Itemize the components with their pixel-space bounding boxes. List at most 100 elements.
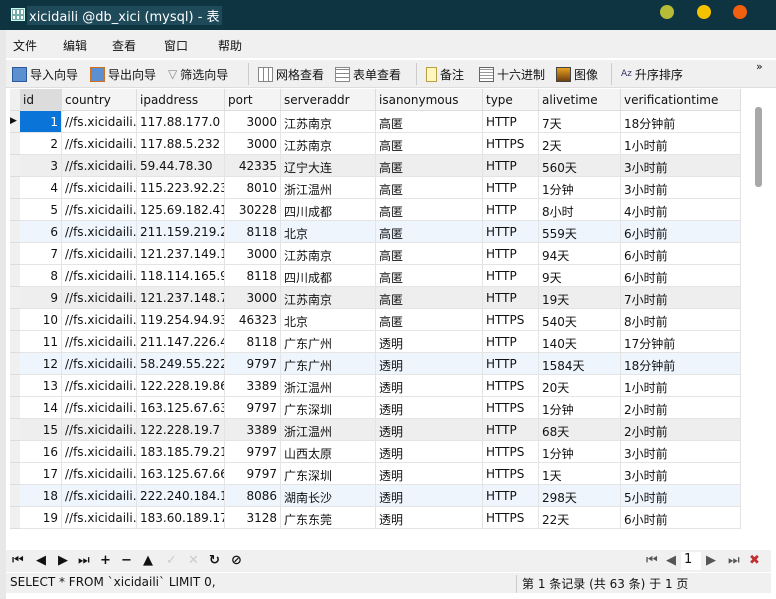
cell-port[interactable]: 8118 bbox=[225, 265, 281, 287]
cell-verificationtime[interactable]: 6小时前 bbox=[621, 243, 741, 265]
cell-type[interactable]: HTTPS bbox=[483, 133, 539, 155]
menu-edit[interactable]: 编辑 bbox=[63, 37, 87, 54]
cell-port[interactable]: 42335 bbox=[225, 155, 281, 177]
cell-id[interactable]: 13 bbox=[20, 375, 62, 397]
cell-isanonymous[interactable]: 高匿 bbox=[376, 199, 483, 221]
cell-verificationtime[interactable]: 3小时前 bbox=[621, 441, 741, 463]
row-selector[interactable] bbox=[10, 485, 20, 507]
next-page-icon[interactable]: ▶ bbox=[706, 553, 716, 568]
cell-verificationtime[interactable]: 1小时前 bbox=[621, 375, 741, 397]
row-selector[interactable] bbox=[10, 221, 20, 243]
cell-type[interactable]: HTTP bbox=[483, 353, 539, 375]
row-selector[interactable] bbox=[10, 353, 20, 375]
cell-country[interactable]: //fs.xicidaili. bbox=[62, 463, 137, 485]
refresh-icon[interactable]: ↻ bbox=[209, 553, 220, 568]
cell-id[interactable]: 7 bbox=[20, 243, 62, 265]
table-row[interactable]: 8//fs.xicidaili.118.114.165.988118四川成都高匿… bbox=[10, 265, 741, 287]
menu-file[interactable]: 文件 bbox=[13, 37, 37, 54]
settings-tools-icon[interactable]: ✖ bbox=[749, 553, 760, 568]
vertical-scrollbar[interactable] bbox=[741, 89, 770, 529]
first-record-icon[interactable]: ⏮ bbox=[12, 553, 24, 568]
cell-isanonymous[interactable]: 高匿 bbox=[376, 243, 483, 265]
cell-id[interactable]: 6 bbox=[20, 221, 62, 243]
toolbar-overflow-button[interactable]: » bbox=[756, 60, 763, 73]
form-view-button[interactable]: 表单查看 bbox=[335, 65, 401, 83]
cell-ipaddress[interactable]: 211.159.219.22 bbox=[137, 221, 225, 243]
cell-serveraddr[interactable]: 山西太原 bbox=[281, 441, 376, 463]
cell-id[interactable]: 2 bbox=[20, 133, 62, 155]
cell-country[interactable]: //fs.xicidaili. bbox=[62, 309, 137, 331]
cell-verificationtime[interactable]: 6小时前 bbox=[621, 507, 741, 529]
stop-icon[interactable]: ⊘ bbox=[231, 553, 242, 568]
cell-verificationtime[interactable]: 2小时前 bbox=[621, 419, 741, 441]
cell-serveraddr[interactable]: 浙江温州 bbox=[281, 177, 376, 199]
cell-country[interactable]: //fs.xicidaili. bbox=[62, 287, 137, 309]
cell-alivetime[interactable]: 1584天 bbox=[539, 353, 621, 375]
cell-port[interactable]: 9797 bbox=[225, 397, 281, 419]
cell-verificationtime[interactable]: 18分钟前 bbox=[621, 111, 741, 133]
cell-alivetime[interactable]: 1天 bbox=[539, 463, 621, 485]
last-record-icon[interactable]: ⏭ bbox=[78, 553, 90, 568]
cell-type[interactable]: HTTP bbox=[483, 221, 539, 243]
column-header-verificationtime[interactable]: verificationtime bbox=[621, 89, 741, 111]
cell-port[interactable]: 9797 bbox=[225, 353, 281, 375]
hex-button[interactable]: 十六进制 bbox=[479, 65, 545, 83]
cell-port[interactable]: 9797 bbox=[225, 441, 281, 463]
cell-verificationtime[interactable]: 3小时前 bbox=[621, 155, 741, 177]
cell-type[interactable]: HTTP bbox=[483, 265, 539, 287]
cell-alivetime[interactable]: 540天 bbox=[539, 309, 621, 331]
cell-type[interactable]: HTTP bbox=[483, 111, 539, 133]
cell-id[interactable]: 17 bbox=[20, 463, 62, 485]
cell-type[interactable]: HTTP bbox=[483, 177, 539, 199]
table-row[interactable]: 10//fs.xicidaili. 119.254.94.93 46323 北京 高匿 H… bbox=[10, 309, 741, 331]
cell-serveraddr[interactable]: 北京 bbox=[281, 221, 376, 243]
row-selector[interactable] bbox=[10, 199, 20, 221]
cell-isanonymous[interactable]: 透明 bbox=[376, 485, 483, 507]
cell-id[interactable]: 10 bbox=[20, 309, 62, 331]
cell-verificationtime[interactable]: 17分钟前 bbox=[621, 331, 741, 353]
cell-verificationtime[interactable]: 5小时前 bbox=[621, 485, 741, 507]
cell-verificationtime[interactable]: 2小时前 bbox=[621, 397, 741, 419]
cell-serveraddr[interactable]: 湖南长沙 bbox=[281, 485, 376, 507]
row-selector[interactable] bbox=[10, 265, 20, 287]
cell-alivetime[interactable]: 560天 bbox=[539, 155, 621, 177]
cell-alivetime[interactable]: 298天 bbox=[539, 485, 621, 507]
cell-ipaddress[interactable]: 163.125.67.63 bbox=[137, 397, 225, 419]
column-header-id[interactable]: id bbox=[20, 89, 62, 111]
add-record-icon[interactable]: + bbox=[100, 553, 111, 568]
cell-verificationtime[interactable]: 1小时前 bbox=[621, 133, 741, 155]
cell-id[interactable]: 4 bbox=[20, 177, 62, 199]
cell-alivetime[interactable]: 140天 bbox=[539, 331, 621, 353]
cell-serveraddr[interactable]: 广东广州 bbox=[281, 331, 376, 353]
cell-verificationtime[interactable]: 3小时前 bbox=[621, 177, 741, 199]
column-header-ipaddress[interactable]: ipaddress bbox=[137, 89, 225, 111]
cell-serveraddr[interactable]: 浙江温州 bbox=[281, 375, 376, 397]
cell-ipaddress[interactable]: 117.88.177.0 bbox=[137, 111, 225, 133]
cell-country[interactable]: //fs.xicidaili. bbox=[62, 485, 137, 507]
table-row[interactable]: 9//fs.xicidaili.121.237.148.703000江苏南京高匿… bbox=[10, 287, 741, 309]
cell-type[interactable]: HTTP bbox=[483, 243, 539, 265]
cell-isanonymous[interactable]: 高匿 bbox=[376, 221, 483, 243]
cell-alivetime[interactable]: 20天 bbox=[539, 375, 621, 397]
cell-id[interactable]: 11 bbox=[20, 331, 62, 353]
cell-id[interactable]: 18 bbox=[20, 485, 62, 507]
cell-serveraddr[interactable]: 江苏南京 bbox=[281, 243, 376, 265]
column-header-port[interactable]: port bbox=[225, 89, 281, 111]
cell-id[interactable]: 12 bbox=[20, 353, 62, 375]
cell-type[interactable]: HTTP bbox=[483, 155, 539, 177]
cell-ipaddress[interactable]: 183.185.79.211 bbox=[137, 441, 225, 463]
cell-type[interactable]: HTTPS bbox=[483, 441, 539, 463]
table-row[interactable]: 11//fs.xicidaili. 211.147.226.4 8118 广东广州 透明… bbox=[10, 331, 741, 353]
cell-verificationtime[interactable]: 6小时前 bbox=[621, 221, 741, 243]
cell-alivetime[interactable]: 22天 bbox=[539, 507, 621, 529]
cell-port[interactable]: 46323 bbox=[225, 309, 281, 331]
table-row[interactable]: 4//fs.xicidaili.115.223.92.2318010浙江温州高匿… bbox=[10, 177, 741, 199]
cell-type[interactable]: HTTPS bbox=[483, 507, 539, 529]
cell-port[interactable]: 3000 bbox=[225, 133, 281, 155]
column-header-serveraddr[interactable]: serveraddr bbox=[281, 89, 376, 111]
cell-country[interactable]: //fs.xicidaili. bbox=[62, 507, 137, 529]
apply-icon[interactable]: ✓ bbox=[166, 553, 177, 568]
cell-alivetime[interactable]: 68天 bbox=[539, 419, 621, 441]
cell-port[interactable]: 3128 bbox=[225, 507, 281, 529]
cell-country[interactable]: //fs.xicidaili. bbox=[62, 375, 137, 397]
